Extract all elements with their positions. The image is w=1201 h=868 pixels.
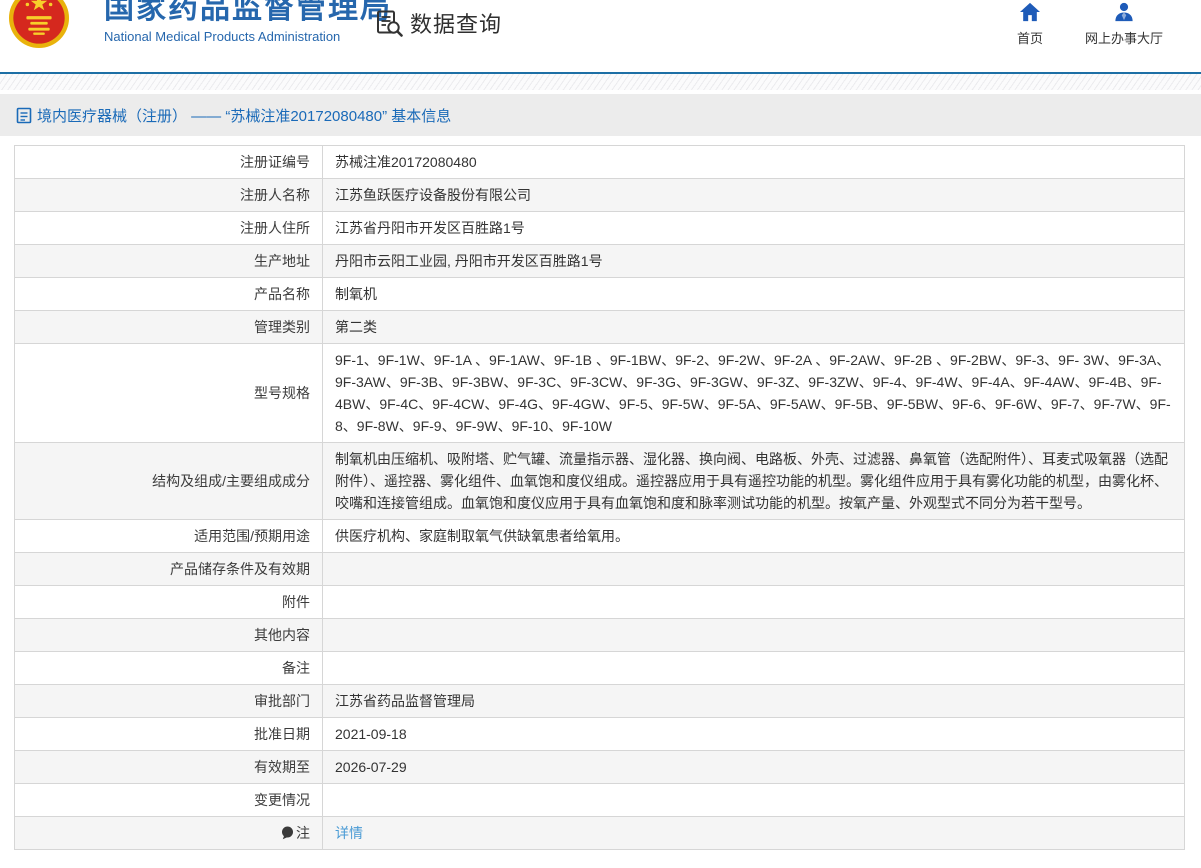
nav-label-home: 首页 — [1016, 31, 1043, 46]
table-row: 注册人名称 江苏鱼跃医疗设备股份有限公司 — [14, 178, 1185, 212]
top-nav: 首页 网上办事大厅 — [1017, 2, 1163, 47]
row-label: 适用范围/预期用途 — [14, 519, 323, 553]
table-row: 产品名称 制氧机 — [14, 277, 1185, 311]
hatch-divider — [0, 74, 1201, 90]
row-value: 2021-09-18 — [322, 717, 1185, 751]
row-label: 有效期至 — [14, 750, 323, 784]
table-row: 变更情况 — [14, 783, 1185, 817]
nav-label-service-hall: 网上办事大厅 — [1084, 31, 1163, 46]
table-row-note: 注 详情 — [14, 816, 1185, 850]
row-value: 江苏省药品监督管理局 — [322, 684, 1185, 718]
national-emblem-icon — [8, 0, 70, 49]
breadcrumb: 境内医疗器械（注册） —— “苏械注准20172080480” 基本信息 — [0, 94, 1201, 136]
table-row: 注册人住所 江苏省丹阳市开发区百胜路1号 — [14, 211, 1185, 245]
row-value: 制氧机由压缩机、吸附塔、贮气罐、流量指示器、湿化器、换向阀、电路板、外壳、过滤器… — [322, 442, 1185, 520]
document-search-icon — [377, 10, 403, 37]
row-label: 批准日期 — [14, 717, 323, 751]
breadcrumb-text: 境内医疗器械（注册） —— “苏械注准20172080480” 基本信息 — [37, 107, 452, 125]
row-label: 产品名称 — [14, 277, 323, 311]
row-label: 型号规格 — [14, 343, 323, 443]
row-label: 注册证编号 — [14, 145, 323, 179]
table-row-composition: 结构及组成/主要组成成分 制氧机由压缩机、吸附塔、贮气罐、流量指示器、湿化器、换… — [14, 442, 1185, 520]
row-label: 备注 — [14, 651, 323, 685]
table-row: 批准日期 2021-09-18 — [14, 717, 1185, 751]
table-row: 生产地址 丹阳市云阳工业园, 丹阳市开发区百胜路1号 — [14, 244, 1185, 278]
nmpa-logo[interactable] — [8, 0, 70, 49]
row-label: 注 — [14, 816, 323, 850]
nav-item-service-hall[interactable]: 网上办事大厅 — [1085, 2, 1163, 47]
row-label: 管理类别 — [14, 310, 323, 344]
row-value: 2026-07-29 — [322, 750, 1185, 784]
table-row: 有效期至 2026-07-29 — [14, 750, 1185, 784]
site-title-block: 国家药品监督管理局 National Medical Products Admi… — [104, 0, 392, 44]
row-label: 附件 — [14, 585, 323, 619]
site-header: 国家药品监督管理局 National Medical Products Admi… — [0, 0, 1201, 74]
row-value: 制氧机 — [322, 277, 1185, 311]
row-value — [322, 651, 1185, 685]
table-row: 注册证编号 苏械注准20172080480 — [14, 145, 1185, 179]
row-label: 产品储存条件及有效期 — [14, 552, 323, 586]
row-value: 第二类 — [322, 310, 1185, 344]
row-value: 江苏省丹阳市开发区百胜路1号 — [322, 211, 1185, 245]
note-label: 注 — [296, 825, 310, 841]
note-icon — [282, 826, 293, 840]
table-row: 附件 — [14, 585, 1185, 619]
home-icon — [1019, 2, 1040, 22]
table-row: 管理类别 第二类 — [14, 310, 1185, 344]
row-label: 变更情况 — [14, 783, 323, 817]
row-value — [322, 618, 1185, 652]
table-row-models: 型号规格 9F-1、9F-1W、9F-1A 、9F-1AW、9F-1B 、9F-… — [14, 343, 1185, 443]
user-icon — [1115, 2, 1133, 22]
details-link[interactable]: 详情 — [335, 825, 363, 841]
table-row: 备注 — [14, 651, 1185, 685]
data-query-label: 数据查询 — [410, 12, 503, 37]
row-value: 丹阳市云阳工业园, 丹阳市开发区百胜路1号 — [322, 244, 1185, 278]
site-subtitle: National Medical Products Administration — [104, 29, 341, 44]
table-row: 产品储存条件及有效期 — [14, 552, 1185, 586]
row-label: 生产地址 — [14, 244, 323, 278]
row-value — [322, 552, 1185, 586]
row-value — [322, 585, 1185, 619]
row-label: 注册人住所 — [14, 211, 323, 245]
registration-detail-table: 注册证编号 苏械注准20172080480 注册人名称 江苏鱼跃医疗设备股份有限… — [14, 145, 1185, 850]
site-title: 国家药品监督管理局 — [104, 0, 392, 25]
row-label: 审批部门 — [14, 684, 323, 718]
main-content: 注册证编号 苏械注准20172080480 注册人名称 江苏鱼跃医疗设备股份有限… — [0, 136, 1201, 850]
row-value: 供医疗机构、家庭制取氧气供缺氧患者给氧用。 — [322, 519, 1185, 553]
nav-item-home[interactable]: 首页 — [1017, 2, 1043, 47]
row-value: 苏械注准20172080480 — [322, 145, 1185, 179]
row-value: 详情 — [322, 816, 1185, 850]
row-label: 注册人名称 — [14, 178, 323, 212]
row-label: 其他内容 — [14, 618, 323, 652]
table-row: 其他内容 — [14, 618, 1185, 652]
document-icon — [16, 107, 32, 123]
table-row: 适用范围/预期用途 供医疗机构、家庭制取氧气供缺氧患者给氧用。 — [14, 519, 1185, 553]
row-value — [322, 783, 1185, 817]
row-label: 结构及组成/主要组成成分 — [14, 442, 323, 520]
row-value: 9F-1、9F-1W、9F-1A 、9F-1AW、9F-1B 、9F-1BW、9… — [322, 343, 1185, 443]
row-value: 江苏鱼跃医疗设备股份有限公司 — [322, 178, 1185, 212]
data-query-entry[interactable]: 数据查询 — [375, 7, 502, 39]
table-row: 审批部门 江苏省药品监督管理局 — [14, 684, 1185, 718]
